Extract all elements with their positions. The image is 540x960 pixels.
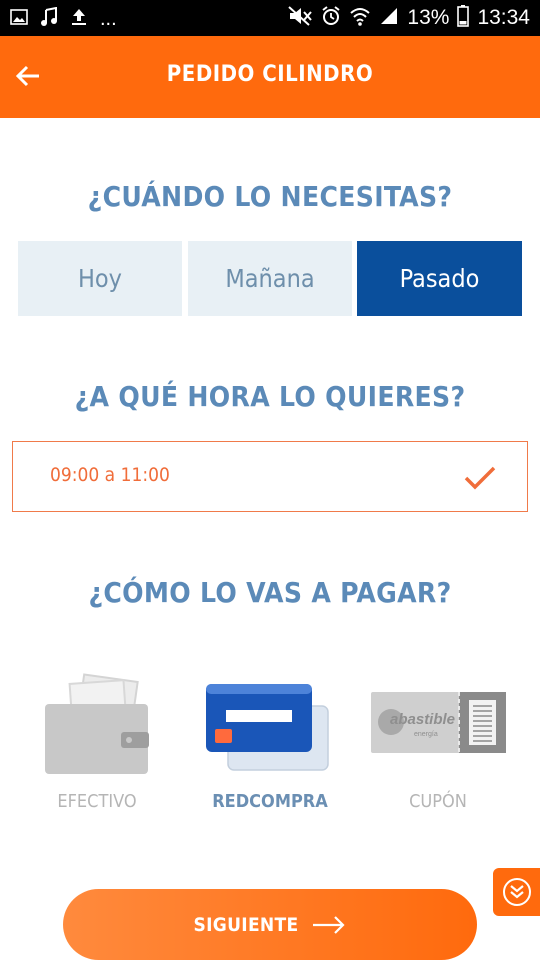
payment-label-efectivo: EFECTIVO — [57, 791, 137, 812]
payment-option-redcompra[interactable]: REDCOMPRA — [190, 660, 350, 820]
status-bar-notifications: ... — [10, 6, 117, 31]
wallet-icon — [17, 660, 177, 780]
check-icon — [463, 464, 497, 496]
page-title: PEDIDO CILINDRO — [166, 62, 374, 87]
scroll-down-button[interactable] — [493, 868, 540, 916]
when-question: ¿CUÁNDO LO NECESITAS? — [87, 180, 453, 213]
status-bar-system: 13% 13:34 — [287, 5, 530, 31]
time-slot-value: 09:00 a 11:00 — [50, 464, 170, 486]
status-bar: ... 13% 13:34 — [0, 0, 540, 36]
double-chevron-down-icon — [502, 878, 531, 906]
time-slot-field[interactable]: 09:00 a 11:00 — [12, 441, 528, 512]
app-bar: PEDIDO CILINDRO — [0, 36, 540, 118]
coupon-logo-text: abastible — [390, 711, 455, 728]
clock: 13:34 — [477, 6, 530, 29]
payment-option-efectivo[interactable]: EFECTIVO — [17, 660, 177, 820]
signal-icon — [379, 6, 399, 30]
more-notifications: ... — [100, 8, 117, 30]
next-button-label: SIGUIENTE — [193, 913, 299, 936]
day-option-pasado[interactable]: Pasado — [357, 241, 522, 316]
day-option-hoy[interactable]: Hoy — [18, 241, 182, 316]
battery-percent: 13% — [407, 6, 450, 29]
day-option-manana[interactable]: Mañana — [188, 241, 352, 316]
payment-label-cupon: CUPÓN — [409, 791, 467, 812]
credit-card-icon — [190, 660, 350, 780]
image-icon — [10, 8, 28, 30]
payment-option-cupon[interactable]: abastible energía CUPÓN — [358, 660, 518, 820]
time-question: ¿A QUÉ HORA LO QUIERES? — [74, 380, 466, 413]
next-button[interactable]: SIGUIENTE — [63, 889, 477, 960]
upload-icon — [70, 7, 88, 31]
alarm-icon — [321, 5, 341, 31]
battery-icon — [457, 5, 470, 31]
coupon-icon: abastible energía — [358, 660, 518, 780]
payment-label-redcompra: REDCOMPRA — [212, 791, 328, 812]
music-icon — [40, 6, 58, 31]
wifi-icon — [349, 5, 371, 31]
arrow-right-icon — [313, 915, 346, 934]
coupon-logo-subtext: energía — [414, 731, 438, 738]
mute-icon — [287, 5, 313, 31]
payment-question: ¿CÓMO LO VAS A PAGAR? — [88, 576, 452, 609]
